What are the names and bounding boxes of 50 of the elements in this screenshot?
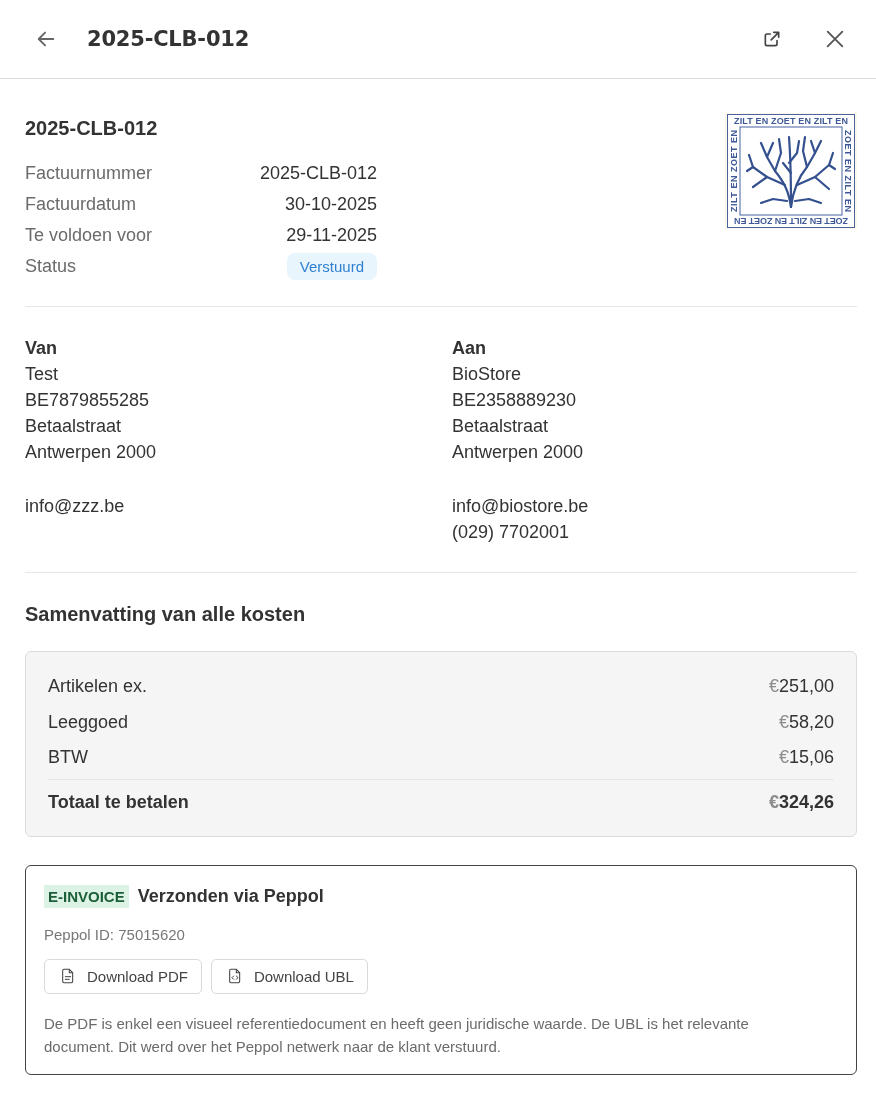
field-label: Status [25, 256, 77, 277]
external-link-icon [762, 29, 782, 49]
address-line: BE2358889230 [452, 389, 578, 412]
status-badge: Verstuurd [286, 253, 377, 280]
address-line: Antwerpen 2000 [25, 441, 158, 464]
close-icon [824, 28, 846, 50]
e-invoice-title: Verzonden via Peppol [137, 885, 324, 907]
page-title: 2025-CLB-012 [87, 27, 250, 51]
field-value: 29-11-2025 [286, 225, 377, 246]
party-heading: Van [25, 337, 59, 360]
logo-text: ZILT EN ZOET EN ZILT EN [734, 116, 848, 127]
logo-text: ZILT EN ZOET EN [729, 130, 739, 212]
peppol-id: Peppol ID: 75015620 [44, 924, 186, 945]
cost-label: Totaal te betalen [48, 792, 189, 813]
cost-amount: 58,20 [788, 711, 834, 732]
address-line: Betaalstraat [25, 415, 123, 438]
address-line: BioStore [452, 363, 523, 386]
logo-text: ZOET EN ZILT EN ZOET EN [734, 215, 848, 226]
field-label: Factuurnummer [25, 163, 153, 184]
address-line: Test [25, 363, 59, 386]
e-invoice-badge: E-INVOICE [44, 884, 129, 908]
contact-line: (029) 7702001 [452, 521, 571, 544]
cost-amount: 324,26 [778, 792, 834, 812]
currency-symbol: € [778, 747, 789, 768]
code-file-icon [226, 968, 243, 984]
field-label: Factuurdatum [25, 194, 137, 215]
disclaimer-text: De PDF is enkel een visueel referentiedocument en heeft geen juridische waarde. De UBL is het relevante document. Dit werd over het Peppol netwerk naar de klant verstuurd. [44, 1013, 750, 1057]
cost-amount: 251,00 [778, 676, 834, 697]
field-value: 30-10-2025 [284, 194, 377, 215]
address-line: Betaalstraat [452, 415, 550, 438]
download-button[interactable]: Download PDF [44, 958, 202, 994]
field-label: Te voldoen voor [25, 225, 153, 246]
cost-label: Artikelen ex. [48, 676, 148, 698]
party-heading: Aan [452, 337, 487, 360]
document-icon [60, 968, 76, 984]
currency-symbol: € [778, 711, 789, 732]
logo-text: ZOET EN ZILT EN [843, 130, 853, 212]
cost-label: Leeggoed [48, 711, 129, 733]
field-value: 2025-CLB-012 [259, 163, 377, 184]
currency-symbol: € [768, 676, 779, 697]
currency-symbol: € [768, 792, 779, 812]
cost-amount: 15,06 [788, 747, 834, 768]
address-line: Antwerpen 2000 [452, 441, 585, 464]
section-title: Samenvatting van alle kosten [25, 602, 307, 626]
contact-line: info@biostore.be [452, 495, 590, 518]
download-button[interactable]: Download UBL [210, 958, 368, 994]
cost-label: BTW [48, 747, 88, 769]
invoice-title: 2025-CLB-012 [25, 116, 159, 140]
address-line: BE7879855285 [25, 389, 151, 412]
contact-line: info@zzz.be [25, 495, 126, 518]
